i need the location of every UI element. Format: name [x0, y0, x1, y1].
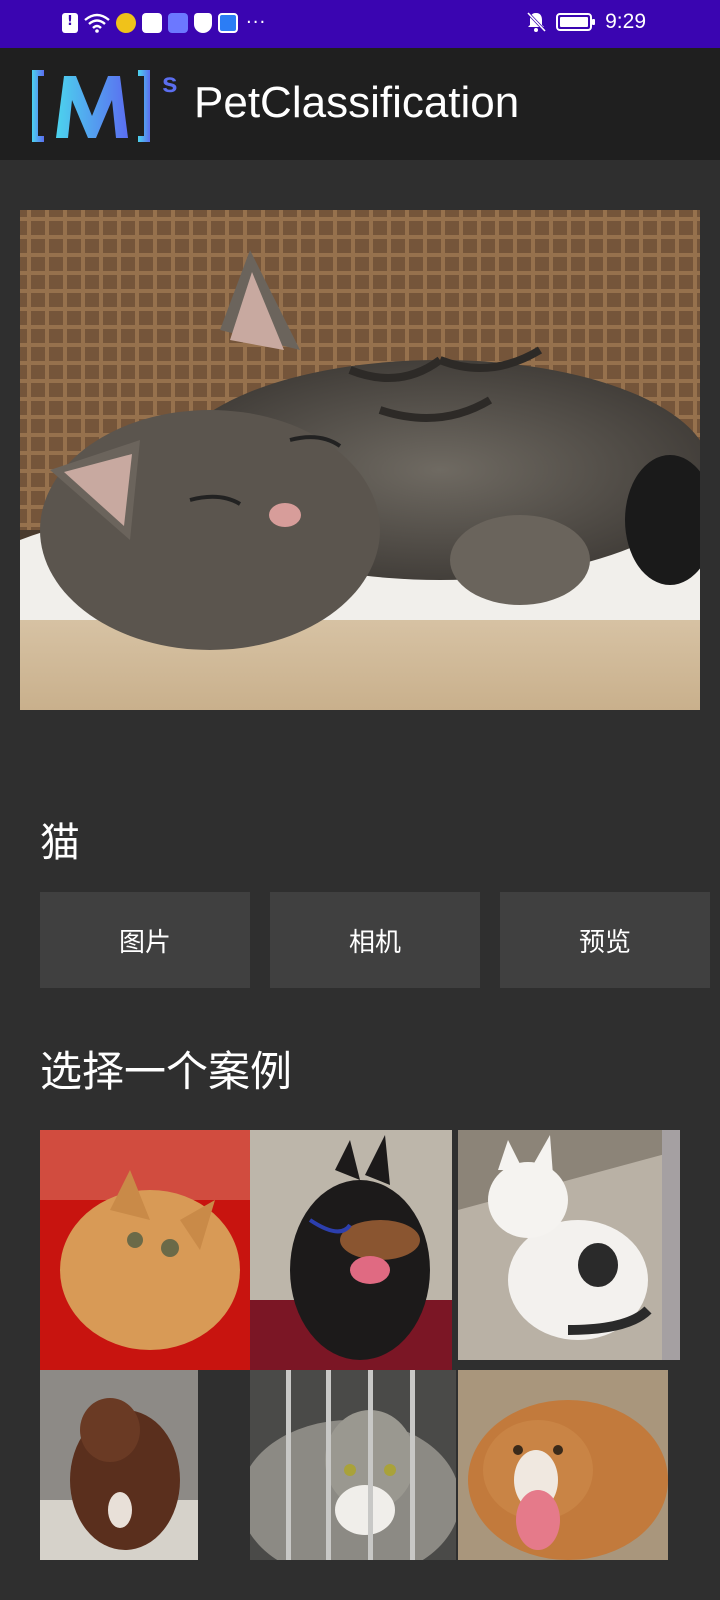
status-icons-right: [526, 11, 595, 33]
example-image-tabby-cat-cage[interactable]: [250, 1370, 456, 1560]
example-image-orange-cat[interactable]: [40, 1130, 250, 1370]
mindspore-logo: s: [30, 66, 186, 146]
baidu-icon: [142, 12, 162, 33]
weibo-icon: [116, 12, 136, 33]
svg-text:s: s: [162, 67, 178, 98]
app-bar: s PetClassification: [0, 48, 720, 160]
wifi-icon: [84, 13, 110, 33]
app-title: PetClassification: [194, 78, 520, 127]
status-time: 9:29: [605, 10, 646, 33]
example-image-brown-dog[interactable]: [40, 1370, 198, 1560]
example-image-doberman[interactable]: [250, 1130, 452, 1370]
status-bar: ··· 9:29: [0, 0, 720, 48]
classified-photo: [20, 210, 700, 710]
shield-icon: [194, 12, 212, 33]
examples-title: 选择一个案例: [40, 1047, 293, 1096]
image-button[interactable]: 图片: [40, 892, 250, 988]
example-image-pitbull[interactable]: [458, 1370, 668, 1560]
classification-result: 猫: [40, 820, 80, 866]
example-image-white-kitten[interactable]: [458, 1130, 680, 1360]
camera-button[interactable]: 相机: [270, 892, 480, 988]
app-icon: [168, 12, 188, 33]
preview-button[interactable]: 预览: [500, 892, 710, 988]
bell-off-icon: [526, 11, 547, 33]
status-icons-left: ···: [62, 12, 266, 33]
notification-icon: [62, 12, 78, 33]
app-icon: [218, 12, 238, 33]
battery-icon: [556, 13, 595, 31]
more-icon: ···: [246, 12, 267, 33]
